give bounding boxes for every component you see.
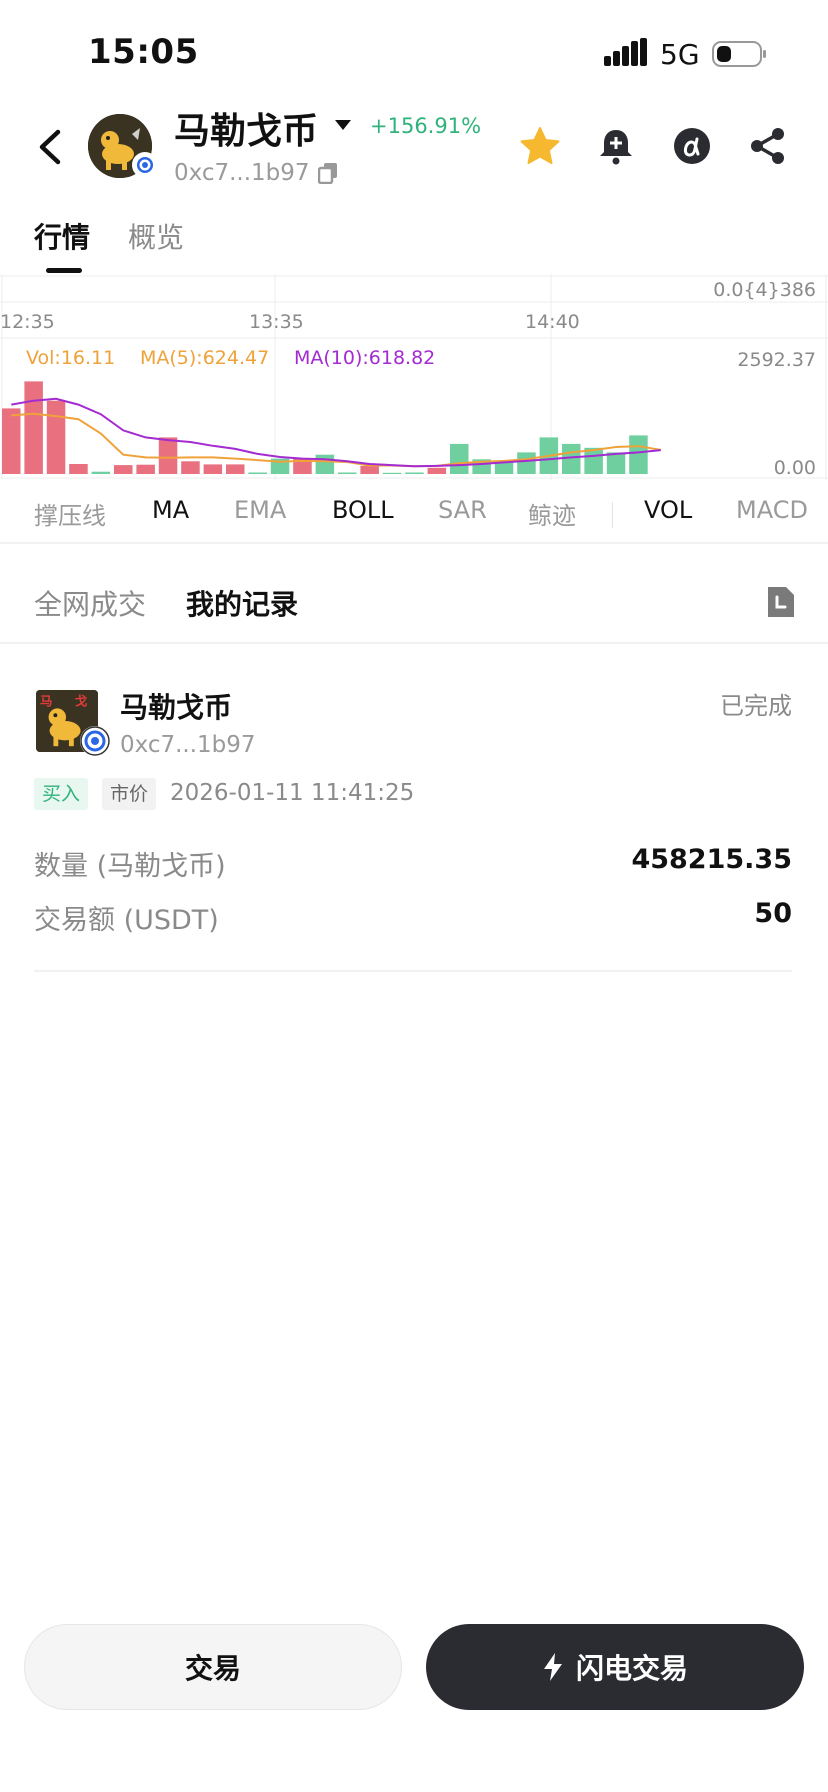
tab-my-records[interactable]: 我的记录	[186, 583, 298, 623]
volume-bar	[315, 454, 335, 474]
volume-bar	[158, 437, 178, 474]
indicator-sar[interactable]: SAR	[438, 496, 487, 524]
volume-bar	[360, 465, 379, 474]
record-token-address: 0xc7...1b97	[120, 732, 256, 758]
copy-icon[interactable]	[318, 162, 338, 184]
flash-trade-label: 闪电交易	[575, 1652, 688, 1685]
indicator-ma[interactable]: MA	[152, 496, 189, 524]
order-type-badge: 市价	[102, 778, 157, 810]
volume-bar	[24, 381, 43, 474]
indicator-separator	[612, 502, 613, 528]
price-axis-label: 0.0{4}386	[713, 279, 816, 301]
y-min-label: 0.00	[774, 457, 816, 479]
indicator-support-resistance[interactable]: 撑压线	[34, 496, 106, 531]
tab-all-trades[interactable]: 全网成交	[34, 583, 146, 623]
alpha-icon[interactable]	[670, 124, 714, 168]
record-token-name: 马勒戈币	[120, 691, 233, 724]
records-tabs: 全网成交 我的记录	[0, 575, 828, 635]
volume-bar	[203, 464, 223, 474]
indicator-whale[interactable]: 鲸迹	[528, 496, 576, 531]
vol-legend: Vol:16.11	[26, 347, 115, 369]
volume-bar	[114, 465, 133, 474]
caret-down-icon[interactable]	[333, 118, 353, 132]
volume-bar	[226, 464, 245, 474]
battery-icon	[712, 41, 766, 67]
ma5-legend: MA(5):624.47	[140, 347, 269, 369]
side-badge: 买入	[34, 778, 89, 810]
amount-value: 50	[754, 898, 792, 929]
time-label: 12:35	[0, 311, 55, 333]
trade-record[interactable]: 马 戈 马勒戈币 0xc7...1b97 已完成 买入 市价 2026-01-1…	[0, 680, 828, 980]
star-icon[interactable]	[518, 124, 562, 168]
quantity-value: 458215.35	[631, 844, 792, 875]
price-change: +156.91%	[370, 114, 482, 138]
quantity-label: 数量 (马勒戈币)	[34, 851, 226, 882]
volume-bar	[382, 472, 402, 474]
records-divider	[0, 642, 828, 644]
indicator-ema[interactable]: EMA	[234, 496, 286, 524]
ma10-legend: MA(10):618.82	[294, 347, 435, 369]
volume-bar	[450, 443, 469, 474]
tab-market[interactable]: 行情	[34, 216, 90, 256]
time-label: 14:40	[525, 311, 580, 333]
kline-chart[interactable]: 0.0{4}386 12:35 13:35 14:40 Vol:16.11 MA…	[0, 274, 828, 480]
indicator-macd[interactable]: MACD	[736, 496, 808, 524]
chain-badge-icon	[132, 152, 158, 178]
lightning-icon	[543, 1653, 562, 1681]
network-type: 5G	[660, 38, 700, 71]
chain-badge-icon	[80, 726, 110, 756]
volume-bar	[427, 467, 447, 474]
volume-bar	[338, 472, 357, 474]
volume-bar	[517, 452, 536, 474]
chart-canvas: 0.0{4}386 12:35 13:35 14:40 Vol:16.11 MA…	[0, 274, 828, 480]
flash-trade-button[interactable]: 闪电交易	[426, 1624, 804, 1710]
volume-bar	[606, 452, 626, 474]
token-name[interactable]: 马勒戈币	[174, 102, 318, 154]
record-divider	[34, 970, 792, 972]
volume-bar	[136, 464, 155, 474]
status-time: 15:05	[88, 32, 199, 72]
volume-bar	[405, 472, 424, 474]
indicator-vol[interactable]: VOL	[644, 496, 692, 524]
volume-bar	[91, 471, 111, 474]
trade-button-label: 交易	[184, 1652, 241, 1685]
svg-text:戈: 戈	[75, 694, 88, 709]
volume-bar	[181, 461, 200, 474]
signal-icon	[604, 38, 647, 66]
bell-plus-icon[interactable]	[594, 124, 638, 168]
token-header: 马勒戈币 +156.91% 0xc7...1b97	[0, 100, 828, 200]
volume-bar	[629, 435, 648, 474]
svg-text:马: 马	[40, 694, 53, 709]
contract-address: 0xc7...1b97	[174, 160, 310, 186]
back-arrow-icon[interactable]	[30, 122, 70, 172]
share-icon[interactable]	[746, 124, 790, 168]
section-divider	[0, 542, 828, 544]
volume-bar	[69, 464, 88, 474]
y-max-label: 2592.37	[737, 349, 816, 371]
main-tabs: 行情 概览	[0, 210, 828, 278]
tab-underline	[46, 268, 82, 273]
record-status: 已完成	[720, 692, 792, 720]
amount-label: 交易额 (USDT)	[34, 905, 219, 936]
status-bar: 15:05 5G	[0, 0, 828, 100]
tab-overview[interactable]: 概览	[128, 216, 184, 256]
volume-bar	[248, 472, 267, 474]
trade-button[interactable]: 交易	[24, 1624, 402, 1710]
time-label: 13:35	[249, 311, 304, 333]
indicator-bar: 撑压线 MA EMA BOLL SAR 鲸迹 VOL MACD	[0, 490, 828, 536]
volume-bar	[46, 400, 66, 474]
volume-bar	[494, 462, 514, 474]
record-time: 2026-01-11 11:41:25	[170, 780, 415, 806]
indicator-boll[interactable]: BOLL	[332, 496, 394, 524]
volume-bar	[2, 408, 21, 474]
order-history-icon[interactable]	[764, 585, 796, 619]
